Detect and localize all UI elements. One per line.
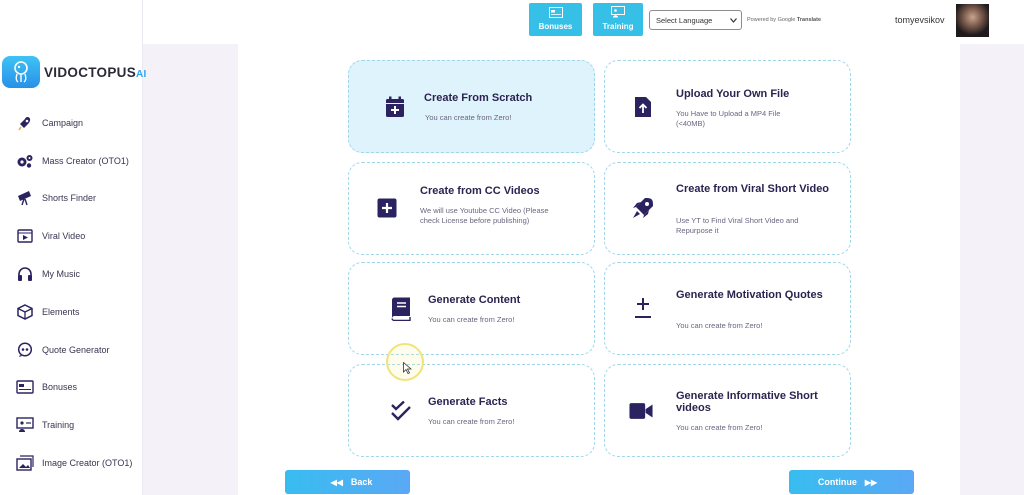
option-generate-content[interactable]: Generate Content You can create from Zer… bbox=[348, 262, 595, 355]
top-bar: Bonuses Training Select Language Powered… bbox=[143, 0, 1024, 44]
video-camera-icon bbox=[629, 399, 653, 423]
powered-by-google-translate: Powered by Google Translate bbox=[747, 17, 822, 23]
back-button[interactable]: ◀◀ Back bbox=[285, 470, 410, 494]
telescope-icon bbox=[16, 189, 34, 207]
sidebar-item-image-creator[interactable]: Image Creator (OTO1) bbox=[0, 444, 143, 482]
plus-minus-icon bbox=[631, 296, 655, 320]
quote-bubble-icon bbox=[16, 341, 34, 359]
option-generate-informative-shorts[interactable]: Generate Informative Short videos You ca… bbox=[604, 364, 851, 457]
option-create-from-scratch[interactable]: Create From Scratch You can create from … bbox=[348, 60, 595, 153]
brand-logo[interactable]: VIDOCTOPUSAI bbox=[2, 56, 147, 88]
gears-icon bbox=[16, 152, 34, 170]
sidebar-item-viral-video[interactable]: Viral Video bbox=[0, 217, 143, 255]
sidebar-item-training[interactable]: Training bbox=[0, 406, 143, 444]
option-create-from-cc-videos[interactable]: Create from CC Videos We will use Youtub… bbox=[348, 162, 595, 255]
bonuses-button[interactable]: Bonuses bbox=[529, 3, 582, 36]
sidebar-item-bonuses[interactable]: Bonuses bbox=[0, 369, 143, 407]
presentation-icon bbox=[611, 6, 625, 20]
cube-icon bbox=[16, 303, 34, 321]
sidebar-item-elements[interactable]: Elements bbox=[0, 293, 143, 331]
chevron-down-icon bbox=[730, 16, 737, 25]
training-button[interactable]: Training bbox=[593, 3, 643, 36]
continue-button[interactable]: Continue ▶▶ bbox=[789, 470, 914, 494]
double-chevron-right-icon: ▶▶ bbox=[864, 477, 878, 487]
file-upload-icon bbox=[631, 95, 655, 119]
gift-card-icon bbox=[548, 7, 563, 20]
option-create-from-viral-short[interactable]: Create from Viral Short Video Use YT to … bbox=[604, 162, 851, 255]
presentation-icon bbox=[16, 416, 34, 434]
username: tomyevsikov bbox=[895, 15, 945, 25]
mouse-pointer-icon bbox=[403, 361, 413, 379]
rocket-icon bbox=[16, 114, 34, 132]
gift-card-icon bbox=[16, 378, 34, 396]
sidebar-item-campaign[interactable]: Campaign bbox=[0, 104, 143, 142]
rocket-icon bbox=[631, 196, 655, 220]
sidebar-nav: Campaign Mass Creator (OTO1) Shorts Find… bbox=[0, 104, 143, 482]
image-stack-icon bbox=[16, 454, 34, 472]
option-generate-facts[interactable]: Generate Facts You can create from Zero! bbox=[348, 364, 595, 457]
double-chevron-left-icon: ◀◀ bbox=[330, 477, 343, 487]
book-icon bbox=[389, 297, 413, 321]
video-play-icon bbox=[16, 227, 34, 245]
language-select[interactable]: Select Language bbox=[649, 10, 742, 30]
sidebar: VIDOCTOPUSAI Campaign Mass Creator (OTO1… bbox=[0, 0, 146, 495]
plus-square-icon bbox=[375, 196, 399, 220]
sidebar-item-quote-generator[interactable]: Quote Generator bbox=[0, 331, 143, 369]
headphones-icon bbox=[16, 265, 34, 283]
creation-options-panel bbox=[238, 44, 960, 495]
calendar-plus-icon bbox=[383, 95, 407, 119]
double-check-icon bbox=[389, 399, 413, 423]
octopus-logo-icon bbox=[2, 56, 40, 88]
option-upload-own-file[interactable]: Upload Your Own File You Have to Upload … bbox=[604, 60, 851, 153]
option-generate-motivation-quotes[interactable]: Generate Motivation Quotes You can creat… bbox=[604, 262, 851, 355]
sidebar-item-my-music[interactable]: My Music bbox=[0, 255, 143, 293]
brand-name: VIDOCTOPUSAI bbox=[44, 64, 147, 80]
avatar[interactable] bbox=[956, 4, 989, 37]
sidebar-item-mass-creator[interactable]: Mass Creator (OTO1) bbox=[0, 142, 143, 180]
sidebar-item-shorts-finder[interactable]: Shorts Finder bbox=[0, 180, 143, 218]
